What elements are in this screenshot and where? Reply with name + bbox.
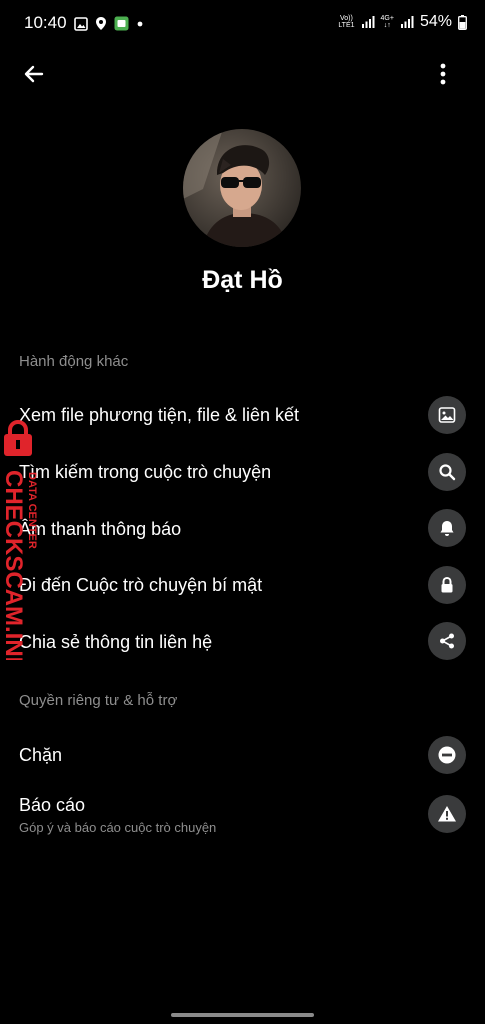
row-secret-conversation[interactable]: Đi đến Cuộc trò chuyện bí mật [0, 556, 485, 612]
location-icon [96, 17, 106, 30]
bell-icon [428, 509, 466, 547]
row-label: Âm thanh thông báo [19, 519, 182, 539]
row-report[interactable]: Báo cáo Góp ý và báo cáo cuộc trò chuyện [0, 787, 485, 843]
more-vertical-icon [440, 63, 446, 85]
more-options-button[interactable] [428, 58, 458, 90]
block-icon [428, 736, 466, 774]
row-label: Xem file phương tiện, file & liên kết [19, 405, 299, 425]
home-indicator[interactable] [171, 1013, 314, 1017]
section-header-more-actions: Hành động khác [19, 353, 129, 370]
arrow-left-icon [24, 65, 44, 83]
dot-icon [137, 21, 143, 26]
status-bar: 10:40 Vo)) LTE1 4G+ ↓↑ 54% [0, 0, 485, 48]
search-icon [428, 453, 466, 491]
signal-icon-2 [400, 16, 414, 28]
row-share-contact[interactable]: Chia sẻ thông tin liên hệ [0, 613, 485, 669]
image-icon [428, 396, 466, 434]
status-right: Vo)) LTE1 4G+ ↓↑ 54% [338, 13, 467, 31]
row-label: Đi đến Cuộc trò chuyện bí mật [19, 575, 263, 595]
row-label: Chia sẻ thông tin liên hệ [19, 632, 213, 652]
warning-icon [428, 795, 466, 833]
row-block[interactable]: Chặn [0, 727, 485, 783]
profile-name: Đạt Hồ [202, 266, 283, 294]
row-notification-sound[interactable]: Âm thanh thông báo [0, 500, 485, 556]
row-search-in-conversation[interactable]: Tìm kiếm trong cuộc trò chuyện [0, 443, 485, 499]
notification-icons [74, 16, 144, 31]
lock-icon [428, 566, 466, 604]
app-notification-icon [114, 16, 129, 31]
row-label: Chặn [19, 745, 63, 765]
avatar[interactable] [183, 129, 301, 247]
gallery-icon [74, 16, 88, 31]
share-icon [428, 622, 466, 660]
back-button[interactable] [18, 58, 50, 90]
row-label: Tìm kiếm trong cuộc trò chuyện [19, 462, 272, 482]
row-label: Báo cáo [19, 795, 86, 815]
profile-photo [183, 129, 301, 247]
signal-icon [361, 16, 375, 28]
4g-indicator: 4G+ ↓↑ [380, 15, 394, 29]
battery-percent: 54% [419, 13, 452, 30]
section-header-privacy: Quyền riêng tư & hỗ trợ [19, 692, 178, 709]
battery-icon [458, 14, 467, 30]
volte-indicator: Vo)) LTE1 [338, 15, 355, 29]
row-sublabel: Góp ý và báo cáo cuộc trò chuyện [19, 820, 217, 835]
status-time: 10:40 [24, 13, 67, 32]
row-media-files-links[interactable]: Xem file phương tiện, file & liên kết [0, 387, 485, 443]
